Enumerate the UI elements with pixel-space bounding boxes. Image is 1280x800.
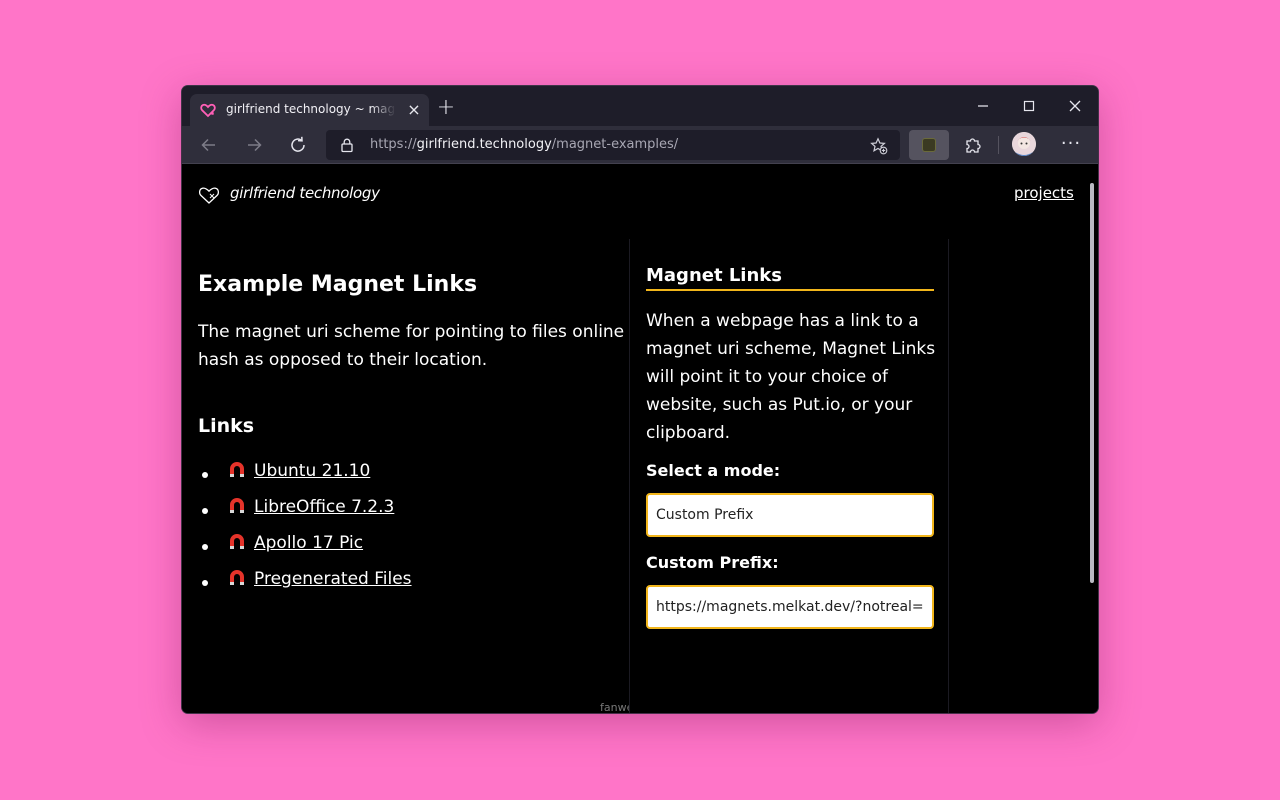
browser-tab[interactable]: girlfriend technology ~ magnet examples … bbox=[190, 94, 429, 126]
forward-icon[interactable] bbox=[244, 135, 264, 155]
link-label: LibreOffice 7.2.3 bbox=[254, 497, 395, 517]
web-page: girlfriend technology projects Example M… bbox=[182, 165, 1098, 713]
add-favorite-icon[interactable] bbox=[870, 137, 888, 155]
back-icon[interactable] bbox=[199, 135, 219, 155]
bullet bbox=[202, 544, 208, 550]
url-scheme: https:// bbox=[370, 137, 417, 152]
mode-label: Select a mode: bbox=[646, 461, 781, 480]
intro-line-1: The magnet uri scheme for pointing to fi… bbox=[198, 322, 638, 342]
browser-toolbar: https://girlfriend.technology/magnet-exa… bbox=[182, 126, 1098, 164]
browser-window: girlfriend technology ~ magnet examples … bbox=[182, 86, 1098, 713]
magnet-link-pregenerated[interactable]: Pregenerated Files bbox=[228, 569, 412, 589]
tab-title: girlfriend technology ~ magnet examples bbox=[226, 102, 396, 116]
toolbar-divider bbox=[998, 136, 999, 154]
url-text[interactable]: https://girlfriend.technology/magnet-exa… bbox=[370, 137, 678, 152]
intro-line-2: hash as opposed to their location. bbox=[198, 350, 488, 370]
magnet-icon bbox=[230, 462, 244, 477]
link-label: Pregenerated Files bbox=[254, 569, 412, 589]
intro-paragraph: The magnet uri scheme for pointing to fi… bbox=[198, 318, 638, 374]
heart-logo-icon bbox=[200, 103, 216, 118]
url-host: girlfriend.technology bbox=[416, 137, 552, 152]
magnet-icon bbox=[230, 498, 244, 513]
custom-prefix-input[interactable]: https://magnets.melkat.dev/?notreal= bbox=[646, 585, 934, 629]
minimize-icon[interactable] bbox=[972, 96, 994, 116]
bullet bbox=[202, 508, 208, 514]
profile-avatar[interactable] bbox=[1012, 132, 1036, 156]
popup-description: When a webpage has a link to a magnet ur… bbox=[646, 311, 936, 443]
new-tab-button[interactable]: + bbox=[436, 97, 456, 119]
avatar-image bbox=[1012, 132, 1036, 156]
mode-select[interactable]: Custom Prefix bbox=[646, 493, 934, 537]
magnet-links-extension-icon bbox=[922, 138, 936, 152]
tab-close-icon[interactable]: × bbox=[405, 101, 423, 119]
projects-link[interactable]: projects bbox=[1014, 184, 1074, 202]
site-name[interactable]: girlfriend technology bbox=[230, 184, 380, 202]
bullet bbox=[202, 580, 208, 586]
settings-more-icon[interactable]: ··· bbox=[1060, 134, 1082, 154]
refresh-icon[interactable] bbox=[288, 135, 308, 155]
close-window-icon[interactable] bbox=[1064, 96, 1086, 116]
lock-icon[interactable] bbox=[339, 137, 355, 153]
scrollbar[interactable] bbox=[1090, 183, 1094, 583]
magnet-link-apollo[interactable]: Apollo 17 Pic bbox=[228, 533, 363, 553]
address-bar[interactable]: https://girlfriend.technology/magnet-exa… bbox=[326, 130, 900, 160]
magnet-link-libreoffice[interactable]: LibreOffice 7.2.3 bbox=[228, 497, 394, 517]
url-path: /magnet-examples/ bbox=[551, 137, 679, 152]
extensions-puzzle-icon[interactable] bbox=[963, 135, 983, 155]
heart-logo-icon[interactable] bbox=[198, 185, 220, 205]
page-title: Example Magnet Links bbox=[198, 272, 478, 297]
maximize-icon[interactable] bbox=[1018, 96, 1040, 116]
link-label: Ubuntu 21.10 bbox=[254, 461, 371, 481]
links-heading: Links bbox=[198, 415, 255, 437]
extension-popup: Magnet Links When a webpage has a link t… bbox=[629, 239, 949, 713]
magnet-links-extension-button[interactable] bbox=[909, 130, 949, 160]
bullet bbox=[202, 472, 208, 478]
magnet-icon bbox=[230, 570, 244, 585]
magnet-icon bbox=[230, 534, 244, 549]
custom-prefix-label: Custom Prefix: bbox=[646, 553, 779, 572]
title-bar: girlfriend technology ~ magnet examples … bbox=[182, 86, 1098, 126]
popup-title: Magnet Links bbox=[646, 265, 934, 291]
link-label: Apollo 17 Pic bbox=[254, 533, 364, 553]
magnet-link-ubuntu[interactable]: Ubuntu 21.10 bbox=[228, 461, 370, 481]
